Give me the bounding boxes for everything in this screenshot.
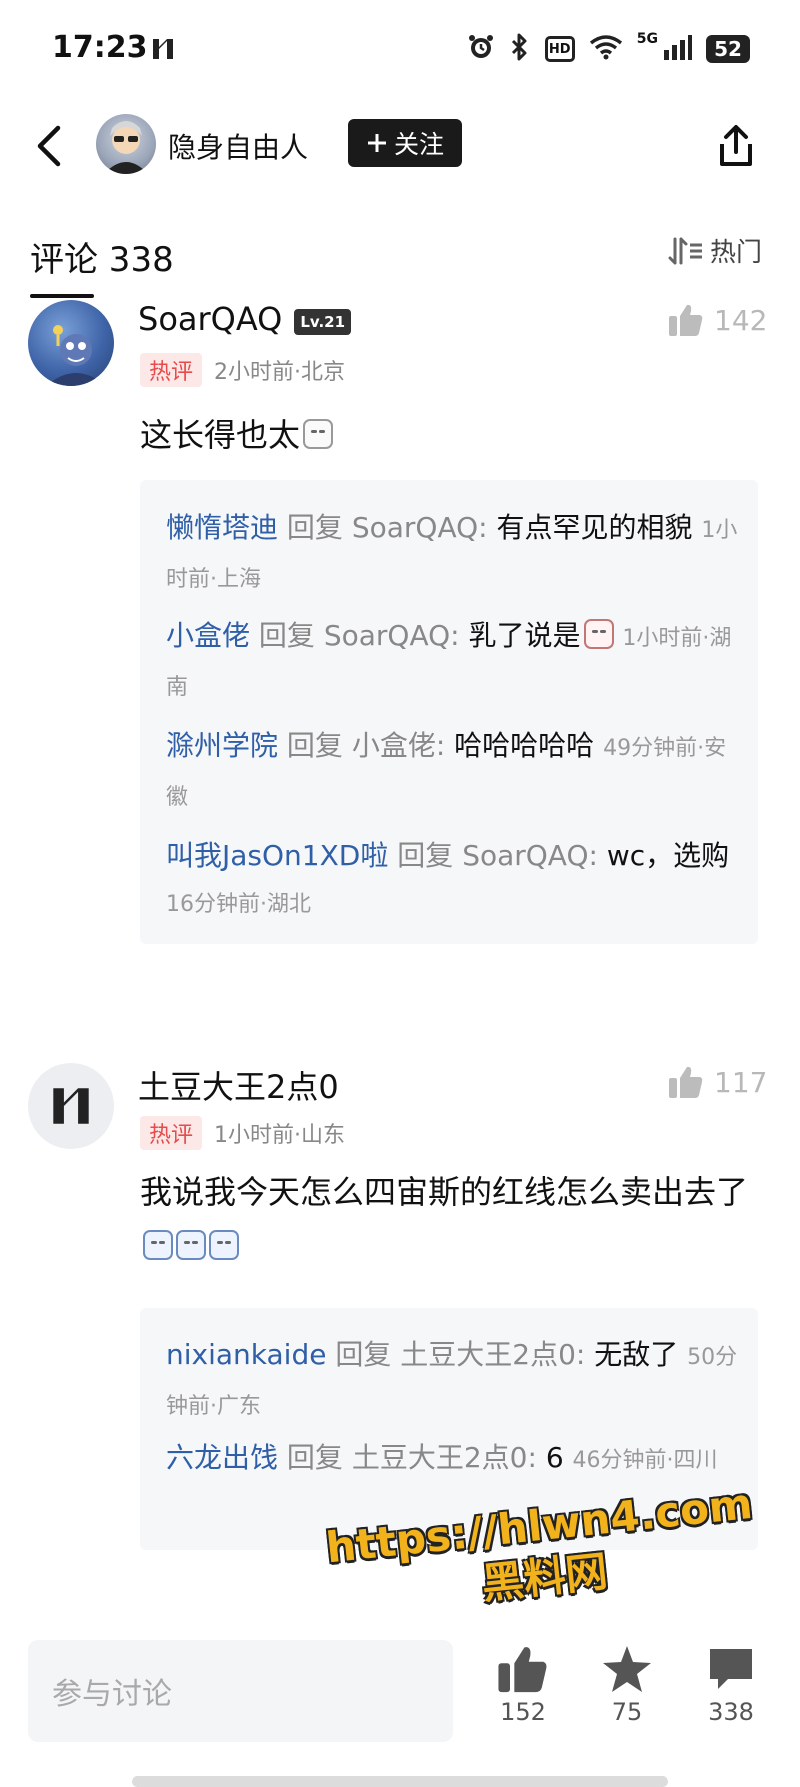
reply-target: 小盒佬:: [351, 729, 446, 762]
reply-word: 回复: [286, 1441, 343, 1474]
reply-word: 回复: [286, 729, 343, 762]
emoji-icon: [583, 619, 614, 649]
reply-target: 土豆大王2点0:: [351, 1441, 537, 1474]
app-notification-icon: [150, 36, 176, 62]
reply-author[interactable]: 小盒佬: [166, 619, 250, 652]
comment-meta: 2小时前·北京: [214, 360, 345, 385]
reply-target: SoarQAQ:: [351, 511, 488, 544]
app-logo-icon: [53, 1088, 89, 1124]
reply-meta: 16分钟前·湖北: [166, 892, 311, 917]
reply-item[interactable]: 懒惰塔迪 回复 SoarQAQ: 有点罕见的相貌 1小时前·上海: [166, 505, 741, 603]
home-indicator: [132, 1776, 668, 1787]
sort-icon: [668, 237, 702, 264]
reply-author[interactable]: 叫我JasOn1XD啦: [166, 839, 388, 872]
commenter-username[interactable]: SoarQAQ: [138, 300, 282, 338]
comment-like-button[interactable]: 142: [668, 303, 767, 337]
comments-count-title: 评论 338: [30, 240, 174, 280]
status-icons: HD 5G 52: [467, 31, 750, 66]
commenter-avatar[interactable]: [28, 1063, 114, 1149]
reply-word: 回复: [258, 619, 315, 652]
reply-item[interactable]: 小盒佬 回复 SoarQAQ: 乳了说是 1小时前·湖南: [166, 613, 741, 711]
reply-item[interactable]: nixiankaide 回复 土豆大王2点0: 无敌了 50分钟前·广东: [166, 1332, 741, 1430]
sort-button[interactable]: 热门: [668, 232, 762, 269]
star-icon: [603, 1646, 651, 1692]
back-button[interactable]: [30, 118, 70, 174]
favorite-count: 75: [611, 1698, 643, 1726]
reply-author[interactable]: 懒惰塔迪: [166, 511, 278, 544]
thumbs-up-icon: [498, 1647, 547, 1693]
reply-author[interactable]: nixiankaide: [166, 1338, 326, 1371]
plus-icon: [367, 134, 386, 152]
sort-label: 热门: [710, 238, 763, 268]
thumbs-up-icon: [669, 1066, 703, 1098]
author-avatar[interactable]: [96, 114, 156, 174]
reply-text: 乳了说是: [459, 619, 581, 652]
reply-thread[interactable]: 懒惰塔迪 回复 SoarQAQ: 有点罕见的相貌 1小时前·上海 小盒佬 回复 …: [140, 480, 758, 944]
comment-like-count: 142: [714, 303, 768, 337]
reply-target: SoarQAQ:: [323, 619, 460, 652]
level-badge: Lv.21: [294, 308, 352, 335]
share-icon: [720, 125, 752, 166]
reply-word: 回复: [286, 511, 343, 544]
reply-target: SoarQAQ:: [462, 839, 598, 872]
commenter-avatar[interactable]: [28, 300, 114, 386]
network-type: 5G: [636, 31, 658, 47]
follow-label: 关注: [393, 130, 444, 159]
comment-text: 我说我今天怎么四宙斯的红线怎么卖出去了: [140, 1165, 760, 1273]
comments-tab-underline: [30, 294, 94, 298]
chat-bubble-icon: [710, 1649, 752, 1689]
hd-badge: HD: [544, 36, 575, 62]
hot-comment-tag: 热评: [140, 1116, 202, 1150]
comments-button[interactable]: 338: [696, 1640, 766, 1726]
alarm-icon: [467, 33, 495, 65]
signal-icon: [662, 34, 692, 64]
reply-word: 回复: [397, 839, 454, 872]
crying-emoji-icon: [176, 1230, 206, 1260]
reply-item[interactable]: 滁州学院 回复 小盒佬: 哈哈哈哈哈 49分钟前·安徽: [166, 723, 741, 821]
reply-text: 有点罕见的相貌: [487, 511, 693, 544]
post-like-count: 152: [500, 1698, 546, 1726]
hot-comment-tag: 热评: [140, 353, 202, 387]
bluetooth-icon: [509, 33, 531, 65]
status-time: 17:23: [52, 30, 148, 65]
crying-emoji-icon: [143, 1230, 173, 1260]
battery-indicator: 52: [706, 35, 750, 63]
favorite-button[interactable]: 75: [592, 1640, 662, 1726]
comment-text-content: 我说我今天怎么四宙斯的红线怎么卖出去了: [140, 1173, 749, 1211]
like-post-button[interactable]: 152: [488, 1640, 558, 1726]
author-name[interactable]: 隐身自由人: [168, 126, 308, 166]
reply-word: 回复: [335, 1338, 392, 1371]
reply-text: wc，选购: [597, 839, 730, 872]
follow-button[interactable]: 关注: [348, 119, 462, 167]
comment-count: 338: [708, 1698, 754, 1726]
reply-target: 土豆大王2点0:: [400, 1338, 586, 1371]
comment-like-count: 117: [714, 1065, 768, 1099]
reply-author[interactable]: 六龙出饯: [166, 1441, 278, 1474]
reply-text: 6: [536, 1441, 564, 1474]
reply-text: 无敌了: [585, 1338, 679, 1371]
reply-item[interactable]: 叫我JasOn1XD啦 回复 SoarQAQ: wc，选购 16分钟前·湖北: [166, 833, 741, 928]
comment-input-placeholder: 参与讨论: [52, 1677, 172, 1712]
emoji-icon: [303, 419, 334, 449]
reply-item[interactable]: 六龙出饯 回复 土豆大王2点0: 6 46分钟前·四川: [166, 1435, 741, 1484]
share-button[interactable]: [712, 122, 760, 170]
commenter-username[interactable]: 土豆大王2点0: [138, 1068, 339, 1106]
comment-input[interactable]: 参与讨论: [28, 1640, 453, 1742]
wifi-icon: [589, 34, 623, 64]
comment-text: 这长得也太: [140, 408, 334, 462]
comment-like-button[interactable]: 117: [668, 1065, 767, 1099]
comment-text-content: 这长得也太: [140, 416, 301, 454]
crying-emoji-icon: [209, 1230, 239, 1260]
reply-author[interactable]: 滁州学院: [166, 729, 278, 762]
thumbs-up-icon: [669, 304, 703, 336]
reply-meta: 46分钟前·四川: [572, 1448, 718, 1473]
reply-text: 哈哈哈哈哈: [445, 729, 595, 762]
comment-meta: 1小时前·山东: [214, 1123, 345, 1148]
chevron-left-icon: [37, 125, 61, 167]
